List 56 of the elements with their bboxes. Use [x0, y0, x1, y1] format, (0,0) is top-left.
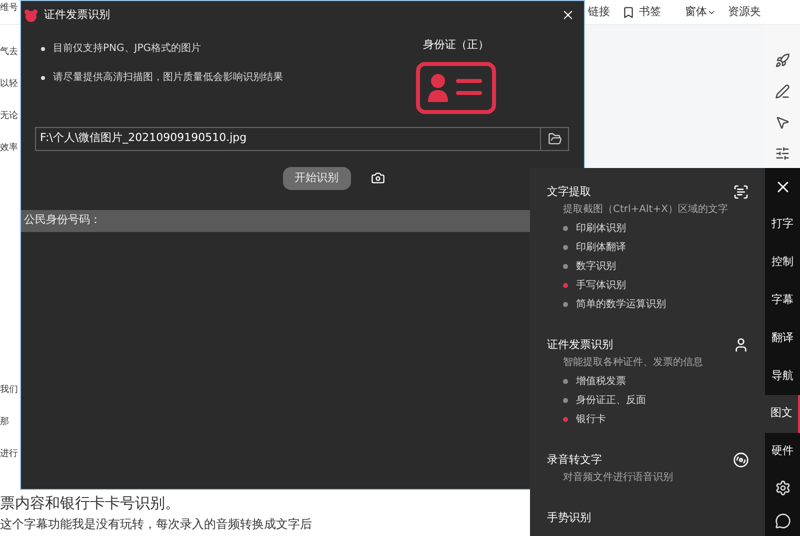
- tip-text: 目前仅支持PNG、JPG格式的图片: [53, 42, 201, 56]
- folder-icon: [548, 132, 562, 146]
- section-title[interactable]: 文字提取: [547, 184, 591, 200]
- cursor-icon[interactable]: [775, 115, 790, 130]
- document-text: 以轻: [0, 78, 18, 91]
- document-text: 那: [0, 416, 10, 429]
- window-title: 证件发票识别: [44, 6, 110, 23]
- start-button[interactable]: 开始识别: [282, 166, 350, 190]
- document-text: 票内容和银行卡卡号识别。: [0, 494, 180, 512]
- feature-item[interactable]: 身份证正、反面: [576, 393, 646, 408]
- close-button[interactable]: [561, 8, 575, 22]
- section-description: 提取截图（Ctrl+Alt+X）区域的文字: [562, 202, 729, 217]
- section-title[interactable]: 手势识别: [547, 510, 591, 526]
- camera-button[interactable]: [370, 171, 384, 185]
- scan-text-icon[interactable]: [733, 184, 749, 200]
- result-label: 公民身份号码：: [24, 212, 101, 228]
- sliders-icon[interactable]: [775, 146, 790, 161]
- document-text: 气去: [0, 46, 18, 59]
- feature-item[interactable]: 数字识别: [576, 259, 616, 274]
- document-text: 效率: [0, 142, 18, 155]
- document-text: 我们: [0, 384, 18, 397]
- feature-item[interactable]: 印刷体识别: [576, 221, 626, 236]
- ribbon-label[interactable]: 书签: [639, 4, 661, 20]
- document-text: 无论: [0, 110, 18, 123]
- bullet-icon: [41, 76, 45, 80]
- ribbon-label[interactable]: 窗体: [685, 4, 707, 20]
- gear-icon: [774, 480, 790, 496]
- document-text: 这个字幕功能我是没有玩转，每次录入的音频转换成文字后: [0, 517, 312, 532]
- person-icon[interactable]: [733, 337, 749, 353]
- section-description: 智能提取各种证件、发票的信息: [562, 356, 704, 370]
- bookmark-icon[interactable]: [622, 6, 635, 18]
- feature-item[interactable]: 手写体识别: [576, 278, 626, 293]
- ribbon-label[interactable]: 链接: [588, 4, 610, 20]
- chat-bubble-icon: [774, 513, 790, 530]
- id-card-icon: [416, 62, 496, 114]
- sidebar-tab[interactable]: 图文: [765, 394, 800, 433]
- feature-item[interactable]: 增值税发票: [576, 374, 626, 389]
- camera-icon: [370, 171, 384, 185]
- ribbon-label[interactable]: 资源夹: [728, 4, 761, 20]
- bear-logo-icon: [24, 8, 38, 22]
- document-text: 维号: [0, 2, 18, 15]
- section-title[interactable]: 录音转文字: [547, 452, 602, 468]
- document-text: 进行: [0, 448, 18, 461]
- close-icon: [561, 8, 575, 22]
- feature-item[interactable]: 印刷体翻译: [576, 240, 626, 255]
- feature-item[interactable]: 简单的数学运算识别: [576, 297, 666, 312]
- file-path-field[interactable]: F:\个人\微信图片_20210909190510.jpg: [35, 126, 569, 150]
- card-label: 身份证（正）: [423, 37, 489, 53]
- tip-text: 请尽量提供高清扫描图，图片质量低会影响识别结果: [53, 70, 283, 85]
- rocket-icon[interactable]: [775, 53, 790, 68]
- pen-icon[interactable]: [775, 84, 790, 99]
- section-description: 对音频文件进行语音识别: [562, 470, 674, 485]
- reel-icon[interactable]: [733, 452, 749, 468]
- section-title[interactable]: 证件发票识别: [547, 336, 613, 354]
- bullet-icon: [41, 46, 45, 50]
- feature-item[interactable]: 银行卡: [576, 412, 606, 427]
